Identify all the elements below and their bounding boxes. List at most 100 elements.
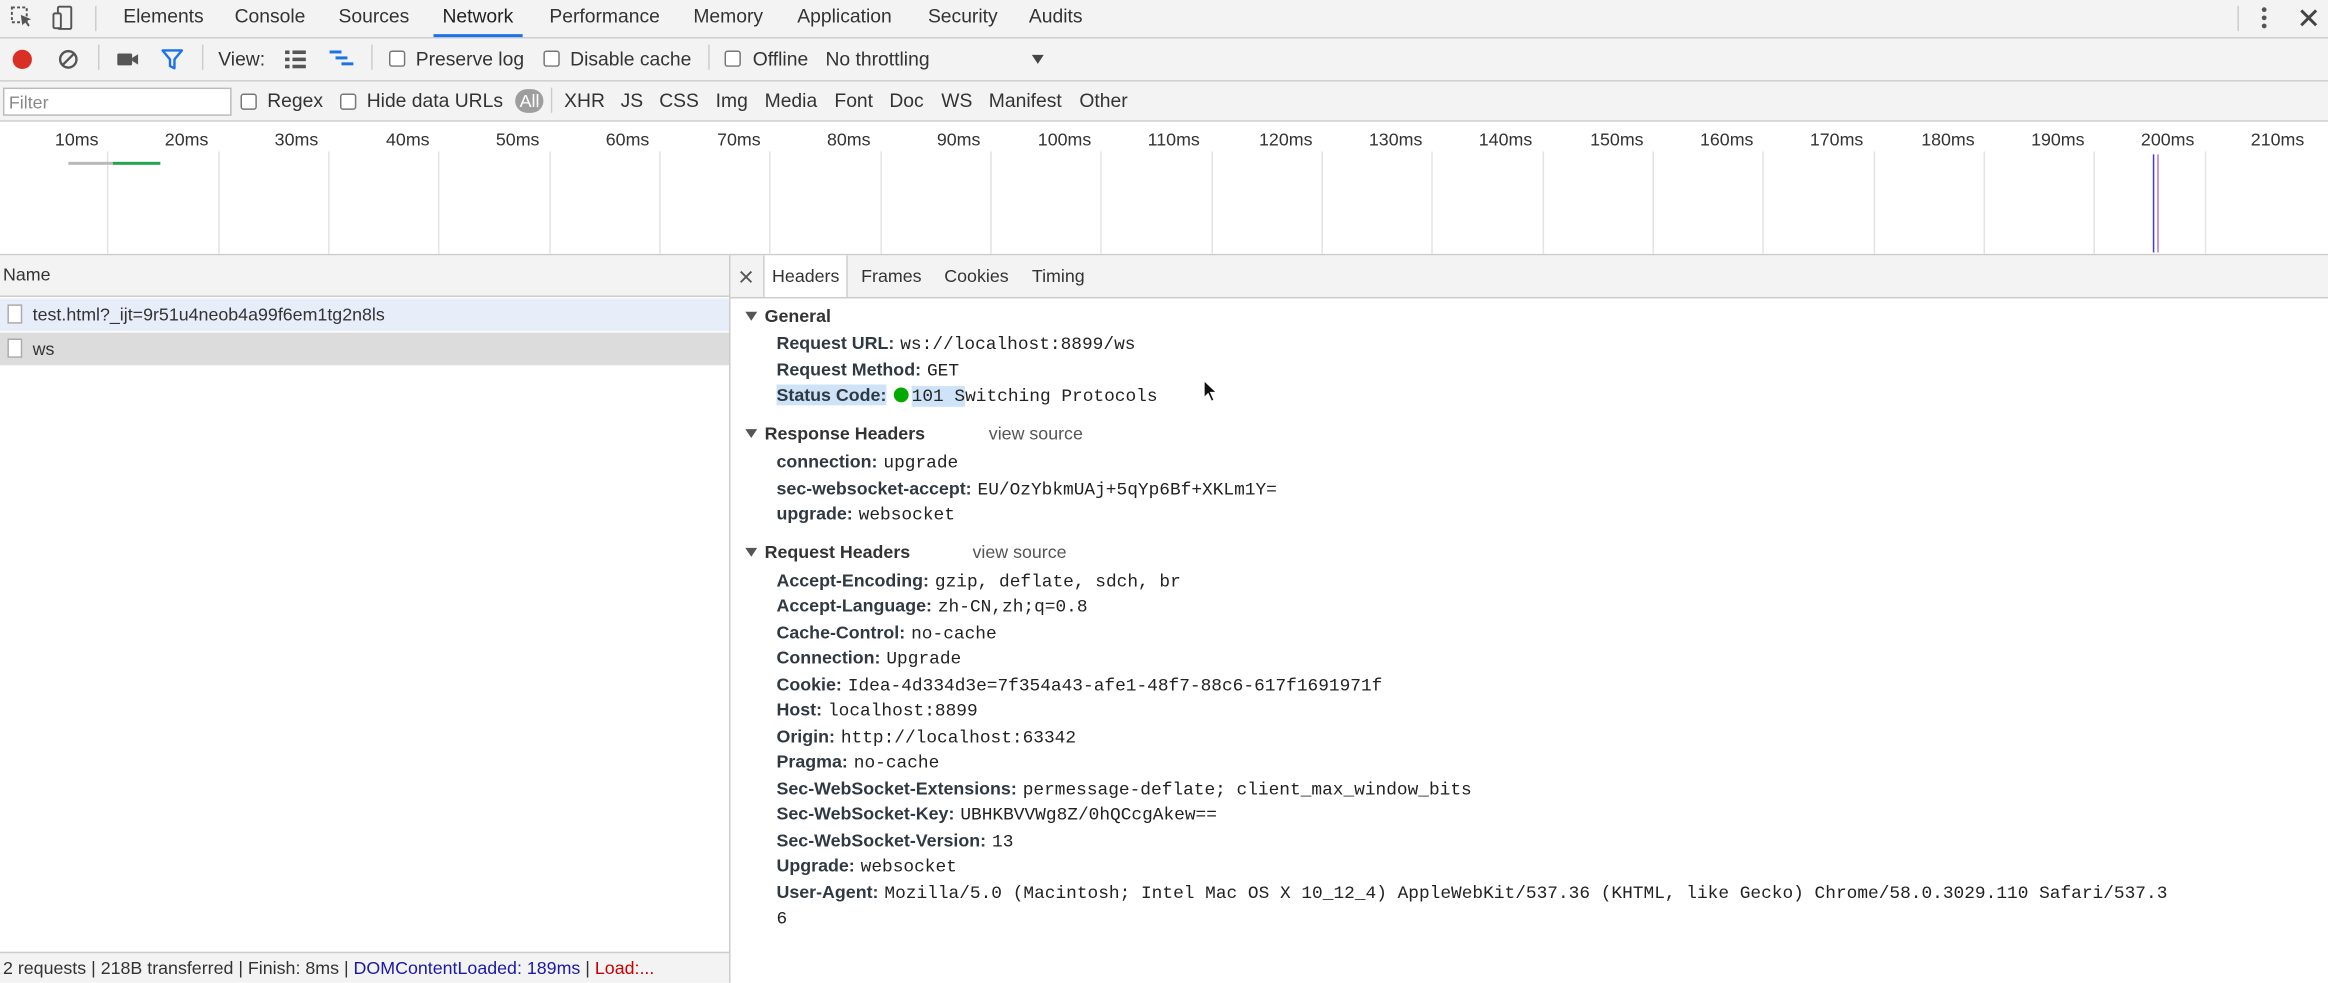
timeline-tick: 160ms	[1699, 129, 1754, 150]
toolbar-divider	[371, 44, 373, 70]
header-key: Sec-WebSocket-Key:	[776, 803, 955, 825]
header-value: Upgrade	[886, 648, 962, 670]
record-icon[interactable]	[9, 46, 36, 73]
detail-tab-timing[interactable]: Timing	[1032, 255, 1085, 297]
timeline-gridline	[2204, 151, 2207, 254]
response-view-source-link[interactable]: view source	[989, 423, 1083, 444]
hide-data-urls-checkbox[interactable]	[339, 93, 357, 110]
timeline-tick: 70ms	[717, 129, 761, 150]
type-filter-doc[interactable]: Doc	[889, 82, 923, 121]
header-key: Request URL:	[776, 332, 895, 354]
header-value: no-cache	[853, 752, 940, 774]
type-filter-font[interactable]: Font	[834, 82, 873, 121]
document-icon	[7, 338, 23, 358]
devtools-window: Elements Console Sources Network Perform…	[0, 0, 2328, 983]
offline-label: Offline	[752, 47, 809, 70]
header-value: GET	[926, 360, 960, 382]
header-key: Cache-Control:	[776, 622, 906, 643]
timeline-gridline	[1873, 151, 1876, 254]
mouse-cursor-icon	[1203, 378, 1219, 403]
request-header-line: Sec-WebSocket-Version: 13	[776, 828, 1013, 853]
waterfall-overview-icon[interactable]	[328, 46, 355, 73]
timeline-gridline	[1321, 151, 1323, 254]
load-marker	[2157, 154, 2159, 253]
tab-application[interactable]: Application	[797, 0, 891, 37]
response-headers-toggle[interactable]: Response Headers	[745, 423, 925, 444]
filter-input[interactable]	[2, 87, 232, 116]
type-filter-js[interactable]: JS	[621, 82, 644, 121]
type-filter-img[interactable]: Img	[716, 82, 748, 121]
timeline-tick: 40ms	[386, 129, 430, 150]
tab-bar-divider	[95, 5, 97, 32]
timeline-gridline	[1542, 151, 1545, 254]
header-key: Accept-Encoding:	[776, 570, 929, 591]
response-header-line: sec-websocket-accept: EU/OzYbkmUAj+5qYp6B…	[776, 477, 1276, 502]
timeline-gridline	[1431, 151, 1433, 254]
type-filter-manifest[interactable]: Manifest	[989, 82, 1062, 121]
tab-audits[interactable]: Audits	[1029, 0, 1083, 37]
filter-icon[interactable]	[159, 46, 186, 73]
tab-security[interactable]: Security	[928, 0, 998, 37]
header-value: no-cache	[911, 623, 997, 645]
throttling-select[interactable]: No throttling	[825, 39, 1048, 81]
type-filter-media[interactable]: Media	[765, 82, 818, 121]
type-filter-all[interactable]: All	[515, 89, 544, 113]
tab-network[interactable]: Network	[433, 0, 522, 38]
name-column-header[interactable]: Name	[0, 255, 729, 297]
header-key: Status Code:	[776, 384, 887, 406]
preserve-log-label: Preserve log	[415, 47, 525, 70]
inspect-element-icon[interactable]	[9, 4, 36, 31]
request-row-test-html[interactable]: test.html?_ijt=9r51u4neob4a99f6em1tg2n8l…	[0, 298, 729, 332]
response-header-line: connection: upgrade	[776, 450, 958, 475]
general-section-toggle[interactable]: General	[745, 306, 831, 327]
timeline-tick: 60ms	[605, 129, 650, 150]
tab-performance[interactable]: Performance	[549, 0, 659, 37]
timeline-tick: 190ms	[2031, 129, 2085, 150]
timeline-overview[interactable]: 10ms 20ms 30ms 40ms 50ms 60ms 70ms 80ms …	[0, 121, 2328, 256]
large-rows-icon[interactable]	[282, 46, 309, 73]
timeline-tick: 120ms	[1259, 129, 1313, 150]
request-headers-toggle[interactable]: Request Headers	[745, 542, 910, 563]
capture-screenshots-icon[interactable]	[114, 46, 141, 73]
header-value: ws://localhost:8899/ws	[900, 334, 1136, 355]
type-filter-ws[interactable]: WS	[941, 82, 972, 121]
header-value: http://localhost:63342	[840, 727, 1077, 749]
general-section-title: General	[764, 305, 831, 327]
header-value: Idea-4d334d3e=7f354a43-afe1-48f7-88c6-61…	[847, 675, 1383, 697]
header-key: Cookie:	[776, 674, 842, 695]
header-value-selected: 101 S	[911, 386, 966, 407]
header-value: websocket	[860, 856, 957, 878]
request-row-ws[interactable]: ws	[0, 332, 729, 366]
close-devtools-icon[interactable]	[2295, 4, 2322, 31]
detail-tab-frames[interactable]: Frames	[861, 255, 921, 297]
disable-cache-checkbox[interactable]	[543, 50, 560, 67]
request-name: ws	[32, 338, 55, 360]
tab-console[interactable]: Console	[235, 0, 306, 37]
preserve-log-checkbox[interactable]	[388, 50, 406, 67]
filter-divider	[550, 87, 553, 113]
detail-tab-bar: Headers Frames Cookies Timing	[730, 255, 2328, 299]
request-detail-panel: Headers Frames Cookies Timing General Re…	[730, 255, 2328, 983]
type-filter-css[interactable]: CSS	[659, 82, 699, 121]
request-view-source-link[interactable]: view source	[972, 542, 1066, 563]
more-options-icon[interactable]	[2251, 4, 2278, 31]
type-filter-other[interactable]: Other	[1079, 82, 1127, 121]
timeline-gridline	[1652, 151, 1654, 254]
detail-tab-headers[interactable]: Headers	[763, 255, 849, 297]
tab-memory[interactable]: Memory	[693, 0, 763, 37]
regex-checkbox[interactable]	[240, 93, 257, 110]
offline-checkbox[interactable]	[724, 50, 741, 67]
toolbar-divider	[97, 44, 100, 70]
clear-icon[interactable]	[55, 46, 82, 73]
request-header-line: Sec-WebSocket-Key: UBHKBVVWg8Z/0hQCcgAkew…	[776, 802, 1216, 827]
tab-elements[interactable]: Elements	[123, 0, 203, 37]
request-headers-title: Request Headers	[764, 541, 911, 563]
close-detail-icon[interactable]	[739, 270, 753, 283]
filter-bar: Regex Hide data URLs All XHR JS CSS Img …	[0, 81, 2328, 122]
detail-tab-cookies[interactable]: Cookies	[944, 255, 1008, 297]
tab-sources[interactable]: Sources	[339, 0, 410, 37]
device-toolbar-icon[interactable]	[50, 4, 77, 31]
header-value: localhost:8899	[827, 700, 978, 722]
type-filter-xhr[interactable]: XHR	[564, 82, 605, 121]
network-summary-bar: 2 requests | 218B transferred | Finish: …	[0, 951, 729, 983]
